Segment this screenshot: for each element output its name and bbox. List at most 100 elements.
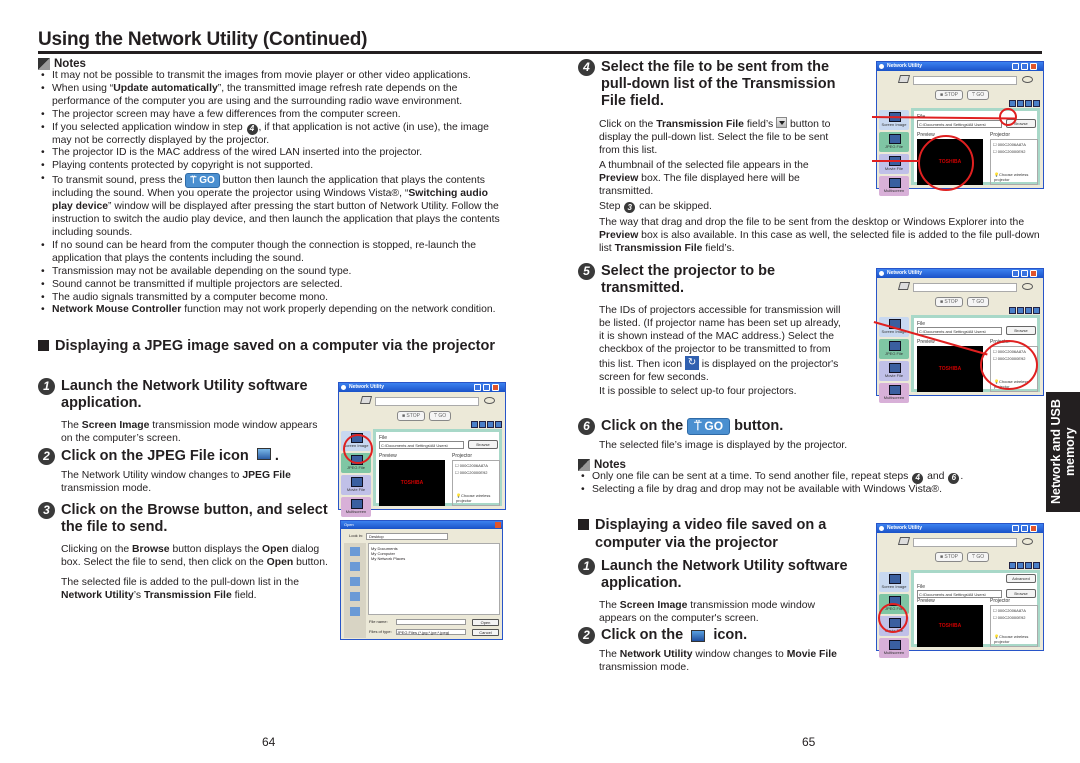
step-number-icon: 4: [578, 59, 595, 76]
close-icon: [495, 522, 501, 528]
page-title: Using the Network Utility (Continued): [38, 29, 368, 50]
window-control-icon: [1030, 270, 1037, 277]
go-button: ⍡ GO: [428, 411, 452, 421]
step-text: The Network Utility window changes to Mo…: [599, 649, 837, 673]
laptop-icon: [359, 396, 373, 404]
antenna-icon: ⍡: [694, 419, 702, 433]
preview-label: Preview: [917, 339, 935, 345]
tool-icon: [1033, 562, 1040, 569]
toolbar-icons: [471, 421, 502, 428]
stop-go-buttons: ■ STOP ⍡ GO: [935, 552, 990, 562]
projector-icon: [1022, 283, 1033, 290]
tool-icon: [1025, 100, 1032, 107]
step-number-icon: 3: [38, 502, 55, 519]
tool-icon: [1017, 562, 1024, 569]
jpeg-step-1: 1 Launch the Network Utility software app…: [38, 378, 328, 445]
window-control-icon: [1012, 270, 1019, 277]
window-control-icon: [1021, 270, 1028, 277]
tool-icon: [487, 421, 494, 428]
notes-icon: [38, 58, 50, 70]
step-number-icon: 2: [38, 448, 55, 465]
step-title: Click on the JPEG File icon: [61, 448, 249, 464]
stop-go-buttons: ■ STOP ⍡ GO: [397, 411, 452, 421]
step-number-icon: 1: [578, 558, 595, 575]
step-4-dragdrop-text: The way that drag and drop the file to b…: [599, 217, 1040, 254]
address-field: [913, 283, 1017, 292]
mode-jpeg-file: JPEG File: [879, 339, 909, 359]
window-control-icon: [1012, 63, 1019, 70]
bold-term: Network Mouse Controller: [52, 304, 182, 316]
mode-movie-file: Movie File: [341, 475, 371, 495]
go-button-icon: ⍡ GO: [687, 418, 731, 435]
dialog-titlebar: Open: [341, 521, 502, 529]
projector-icon: [1022, 76, 1033, 83]
address-field: [375, 397, 479, 406]
note-item: Sound cannot be transmitted if multiple …: [38, 279, 508, 292]
step-text: Click on the Transmission File field’s b…: [599, 117, 831, 156]
mode-movie-file: Movie File: [879, 154, 909, 174]
dropdown-arrow-icon: [776, 117, 788, 128]
movie-file-icon: [691, 629, 706, 642]
tool-icon: [1033, 100, 1040, 107]
step-text: The selected file’s image is displayed b…: [599, 440, 848, 451]
title-rule: [38, 51, 1042, 54]
address-field: [913, 538, 1017, 547]
projector-list: ☐ 000C2006A87A ☐ 000C20000E92 💡Choose wire…: [990, 139, 1038, 185]
step-text: The IDs of projectors accessible for tra…: [599, 304, 848, 384]
laptop-icon: [897, 75, 911, 83]
tool-icon: [1033, 307, 1040, 314]
callout-circle: [343, 434, 373, 464]
notes-list: It may not be possible to transmit the i…: [38, 70, 508, 317]
tool-icon: [1009, 562, 1016, 569]
projector-list: ☐ 000C2006A87A ☐ 000C20000E92 💡Choose wire…: [990, 605, 1038, 647]
window-control-icon: [1030, 525, 1037, 532]
mode-jpeg-file: JPEG File: [879, 132, 909, 152]
step-text-2: A thumbnail of the selected file appears…: [599, 160, 809, 197]
stop-button: ■ STOP: [935, 552, 963, 562]
note-item: The audio signals transmitted by a compu…: [38, 292, 508, 305]
step-title: Select the projector to be transmitted.: [601, 263, 776, 296]
file-type-select: JPEG Files (*.jpg;*.jpe;*.jpeg): [396, 629, 466, 635]
step-number-icon: 6: [578, 418, 595, 435]
note-item: Playing contents protected by copyright …: [38, 160, 508, 173]
go-button: ⍡ GO: [966, 90, 990, 100]
notes-list: Only one file can be sent at a time. To …: [578, 471, 1038, 497]
choose-wireless-projector: 💡Choose wireless projector: [994, 172, 1029, 182]
projector-label: Projector: [990, 132, 1011, 138]
file-name-input: [396, 619, 466, 625]
tool-icon: [495, 421, 502, 428]
callout-circle: [999, 108, 1017, 126]
square-bullet-icon: [38, 340, 49, 351]
step-title: Click on the Browse button, and select t…: [61, 502, 328, 535]
preview-label: Preview: [379, 453, 397, 459]
jpeg-step-3: 3 Click on the Browse button, and select …: [38, 502, 328, 602]
projector-connected-icon: [684, 356, 699, 370]
projector-checkbox: ☐ 000C2006A87A: [993, 608, 1026, 613]
note-item: Network Mouse Controller function may no…: [38, 304, 508, 317]
page-number-left: 64: [262, 735, 276, 749]
step-number-icon: 5: [578, 263, 595, 280]
preview-label: Preview: [917, 132, 935, 138]
step-number-icon: 1: [38, 378, 55, 395]
square-bullet-icon: [578, 519, 589, 530]
jpeg-file-icon: [256, 448, 271, 460]
tool-icon: [1009, 307, 1016, 314]
bold-term: Switching audio play device: [52, 188, 488, 213]
browse-button: Browse: [1006, 326, 1036, 335]
page-number-right: 65: [802, 735, 816, 749]
stop-button: ■ STOP: [935, 90, 963, 100]
tool-icon: [1009, 100, 1016, 107]
callout-circle: [980, 340, 1038, 390]
preview-box: TOSHIBA: [379, 460, 445, 506]
mode-sidebar: Screen Image JPEG File Movie File Multiscre…: [879, 110, 909, 198]
tool-icon: [471, 421, 478, 428]
go-button: ⍡ GO: [966, 297, 990, 307]
notes-label: Notes: [594, 459, 626, 471]
section-video-heading: Displaying a video file saved on a compu…: [578, 516, 848, 552]
toolbar-icons: [1009, 562, 1040, 569]
projector-checkbox: ☐ 000C2006A87A: [455, 463, 488, 468]
choose-wireless-projector: 💡Choose wireless projector: [456, 493, 491, 503]
projector-list: ☐ 000C2006A87A ☐ 000C20000E92 💡Choose wire…: [452, 460, 500, 506]
section-title: Displaying a video file saved on a compu…: [595, 517, 827, 551]
places-bar: [344, 543, 366, 638]
